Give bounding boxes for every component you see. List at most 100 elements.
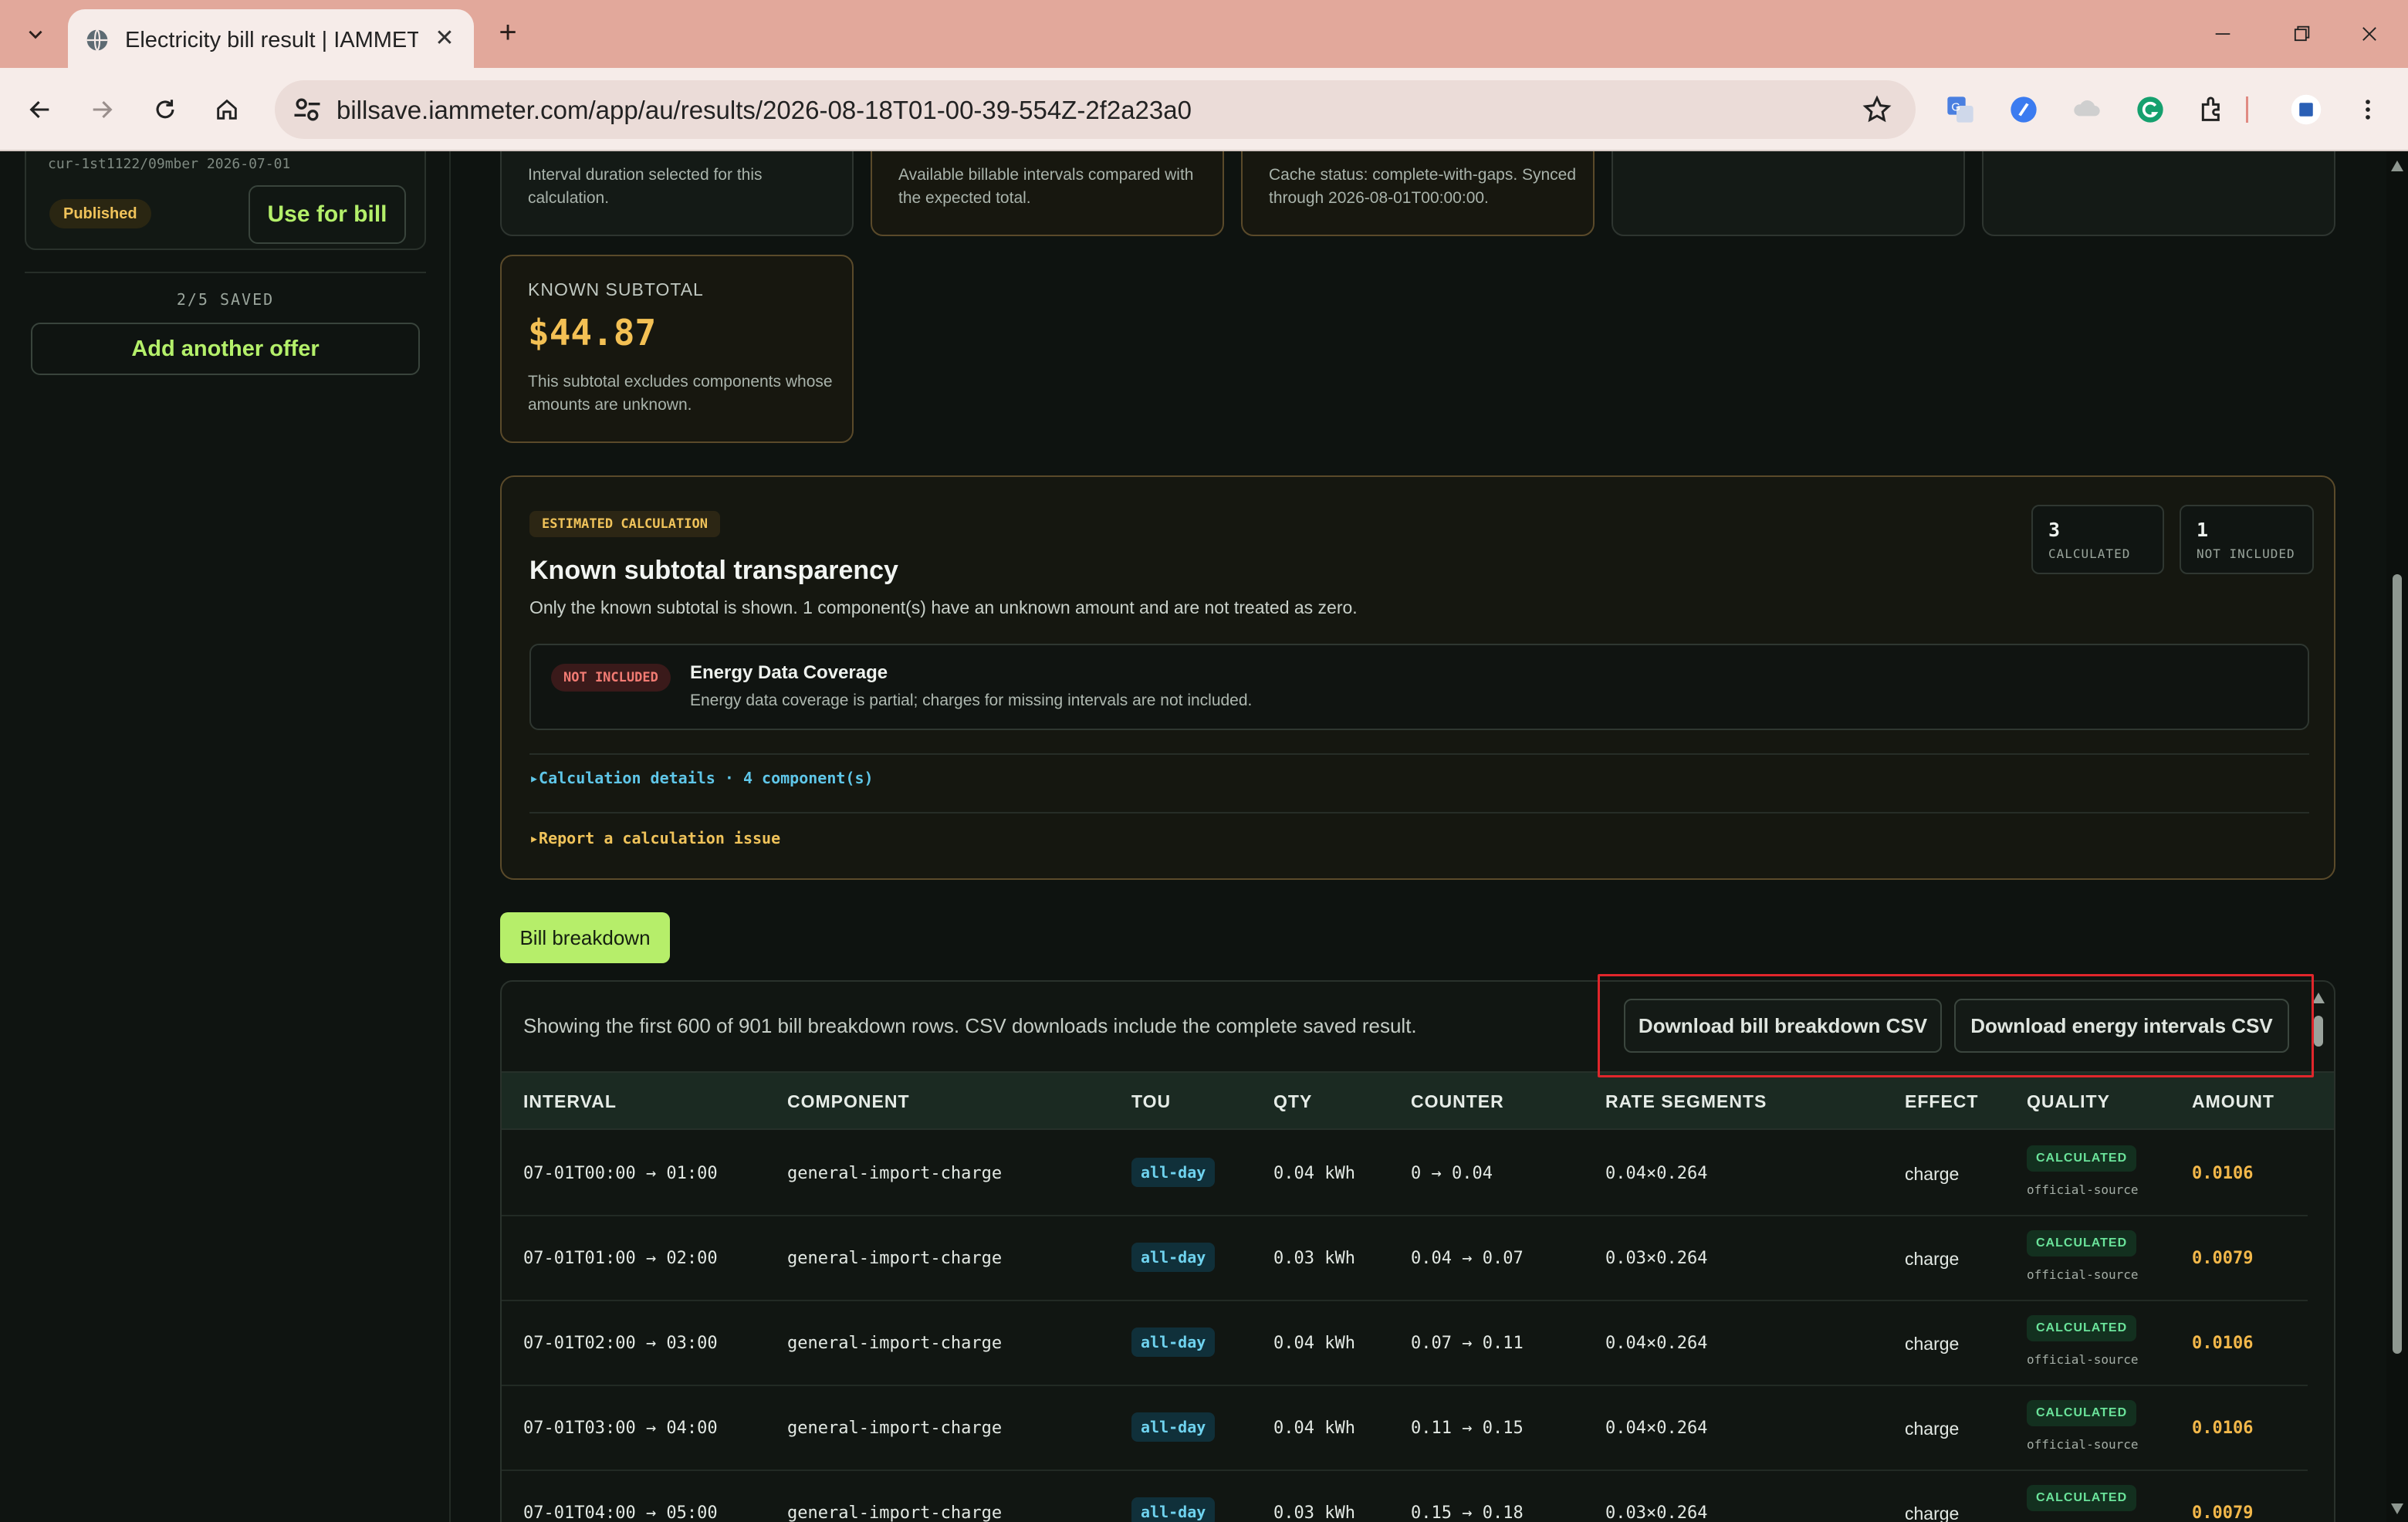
- column-header-qty: QTY: [1273, 1091, 1313, 1111]
- close-window-icon[interactable]: [2346, 14, 2393, 54]
- subtotal-note: This subtotal excludes components whose …: [528, 373, 833, 414]
- home-icon[interactable]: [207, 90, 247, 130]
- translate-extension-icon[interactable]: G: [1942, 91, 1979, 128]
- cell-rate: 0.04×0.264: [1605, 1164, 1708, 1183]
- calculated-count-box: 3 CALCULATED: [2031, 505, 2164, 574]
- cell-amount: 0.0079: [2192, 1503, 2254, 1522]
- not-included-count: 1: [2197, 519, 2209, 541]
- cell-rate: 0.03×0.264: [1605, 1503, 1708, 1522]
- tab-bill-breakdown[interactable]: Bill breakdown: [500, 912, 670, 963]
- sidebar-divider: [25, 272, 426, 273]
- stat-card-interval: Interval duration selected for this calc…: [500, 151, 854, 236]
- table-header: INTERVAL COMPONENT TOU QTY COUNTER RATE …: [502, 1071, 2334, 1130]
- subtotal-value: $44.87: [528, 312, 657, 353]
- add-another-offer-button[interactable]: Add another offer: [31, 323, 420, 375]
- cell-amount: 0.0079: [2192, 1249, 2254, 1268]
- cell-qty: 0.03 kWh: [1273, 1249, 1355, 1268]
- quality-source: official-source: [2027, 1352, 2139, 1367]
- column-header-component: COMPONENT: [787, 1091, 910, 1111]
- stat-note: Available billable intervals compared wi…: [898, 166, 1194, 207]
- cell-amount: 0.0106: [2192, 1164, 2254, 1183]
- not-included-count-box: 1 NOT INCLUDED: [2180, 505, 2314, 574]
- cell-effect: charge: [1905, 1249, 1960, 1269]
- back-icon[interactable]: [20, 90, 60, 130]
- use-for-bill-button[interactable]: Use for bill: [249, 185, 406, 244]
- tou-badge: all-day: [1131, 1243, 1216, 1272]
- cell-qty: 0.04 kWh: [1273, 1334, 1355, 1353]
- cell-interval: 07-01T03:00 → 04:00: [523, 1419, 718, 1438]
- cell-interval: 07-01T01:00 → 02:00: [523, 1249, 718, 1268]
- column-header-effect: EFFECT: [1905, 1091, 1979, 1111]
- tou-badge: all-day: [1131, 1412, 1216, 1442]
- not-included-item: NOT INCLUDED Energy Data Coverage Energy…: [529, 644, 2309, 730]
- site-settings-icon[interactable]: [290, 93, 324, 127]
- saved-count: 2/5 SAVED: [176, 290, 275, 309]
- column-header-amount: AMOUNT: [2192, 1091, 2274, 1111]
- restore-icon[interactable]: [2278, 14, 2325, 54]
- download-buttons-highlight: [1598, 974, 2314, 1077]
- transparency-title: Known subtotal transparency: [529, 556, 898, 585]
- url-text[interactable]: billsave.iammeter.com/app/au/results/202…: [337, 96, 1192, 125]
- offer-card: cur-1st1122/09mber 2026-07-01 Published …: [25, 151, 426, 250]
- offer-code: cur-1st1122/09mber 2026-07-01: [48, 156, 291, 172]
- cell-rate: 0.04×0.264: [1605, 1334, 1708, 1353]
- calculation-details-label: Calculation details · 4 component(s): [539, 769, 874, 787]
- tab-close-icon[interactable]: ✕: [431, 25, 458, 52]
- table-row: 07-01T03:00 → 04:00 general-import-charg…: [502, 1386, 2308, 1471]
- tou-badge: all-day: [1131, 1158, 1216, 1187]
- bookmark-star-icon[interactable]: [1862, 94, 1892, 125]
- not-included-label: NOT INCLUDED: [2197, 546, 2295, 561]
- new-tab-icon[interactable]: +: [491, 17, 525, 51]
- known-subtotal-card: KNOWN SUBTOTAL $44.87 This subtotal excl…: [500, 255, 854, 443]
- cell-interval: 07-01T04:00 → 05:00: [523, 1503, 718, 1522]
- cell-component: general-import-charge: [787, 1503, 1003, 1522]
- page-scrollbar[interactable]: [2386, 151, 2408, 1522]
- column-header-interval: INTERVAL: [523, 1091, 617, 1111]
- quality-badge: CALCULATED: [2027, 1315, 2137, 1341]
- estimated-badge: ESTIMATED CALCULATION: [529, 511, 720, 537]
- browser-toolbar: billsave.iammeter.com/app/au/results/202…: [0, 68, 2408, 151]
- not-included-description: Energy data coverage is partial; charges…: [690, 692, 1253, 709]
- pen-extension-icon[interactable]: [2005, 91, 2042, 128]
- reload-icon[interactable]: [145, 90, 185, 130]
- toolbar-divider: [2243, 91, 2251, 128]
- browser-tab-bar: Electricity bill result | IAMMETER ✕ +: [0, 0, 2408, 69]
- cell-counter: 0.07 → 0.11: [1411, 1334, 1524, 1353]
- tab-title: Electricity bill result | IAMMETER: [125, 28, 418, 52]
- minimize-icon[interactable]: [2200, 14, 2246, 54]
- cell-counter: 0.15 → 0.18: [1411, 1503, 1524, 1522]
- sidebar: cur-1st1122/09mber 2026-07-01 Published …: [0, 151, 451, 1522]
- table-row: 07-01T00:00 → 01:00 general-import-charg…: [502, 1131, 2308, 1216]
- cell-effect: charge: [1905, 1334, 1960, 1354]
- cell-rate: 0.03×0.264: [1605, 1249, 1708, 1268]
- cell-component: general-import-charge: [787, 1419, 1003, 1438]
- calculated-count: 3: [2048, 519, 2061, 541]
- subtotal-label: KNOWN SUBTOTAL: [528, 279, 704, 299]
- calculation-details-toggle[interactable]: ▸Calculation details · 4 component(s): [529, 769, 874, 787]
- grammarly-icon[interactable]: [2132, 91, 2169, 128]
- browser-menu-icon[interactable]: [2349, 91, 2386, 128]
- cell-interval: 07-01T00:00 → 01:00: [523, 1164, 718, 1183]
- tab-search-chevron-icon[interactable]: [17, 14, 54, 54]
- stat-card-coverage: Available billable intervals compared wi…: [871, 151, 1224, 236]
- browser-tab-active[interactable]: Electricity bill result | IAMMETER ✕: [68, 9, 474, 69]
- cell-effect: charge: [1905, 1419, 1960, 1439]
- report-issue-toggle[interactable]: ▸Report a calculation issue: [529, 829, 780, 847]
- cloud-extension-icon[interactable]: [2068, 91, 2105, 128]
- table-row: 07-01T01:00 → 02:00 general-import-charg…: [502, 1216, 2308, 1301]
- transparency-panel: ESTIMATED CALCULATION Known subtotal tra…: [500, 475, 2335, 880]
- calculated-label: CALCULATED: [2048, 546, 2131, 561]
- quality-source: official-source: [2027, 1437, 2139, 1452]
- cell-component: general-import-charge: [787, 1164, 1003, 1183]
- disclosure-triangle-icon: ▸: [529, 829, 539, 847]
- cell-counter: 0 → 0.04: [1411, 1164, 1493, 1183]
- quality-badge: CALCULATED: [2027, 1485, 2137, 1511]
- cell-counter: 0.04 → 0.07: [1411, 1249, 1524, 1268]
- profile-avatar[interactable]: [2288, 91, 2325, 128]
- forward-icon[interactable]: [82, 90, 122, 130]
- column-header-counter: COUNTER: [1411, 1091, 1504, 1111]
- address-bar[interactable]: billsave.iammeter.com/app/au/results/202…: [275, 80, 1916, 139]
- globe-icon: [86, 29, 108, 52]
- extensions-puzzle-icon[interactable]: [2193, 91, 2230, 128]
- column-header-quality: QUALITY: [2027, 1091, 2110, 1111]
